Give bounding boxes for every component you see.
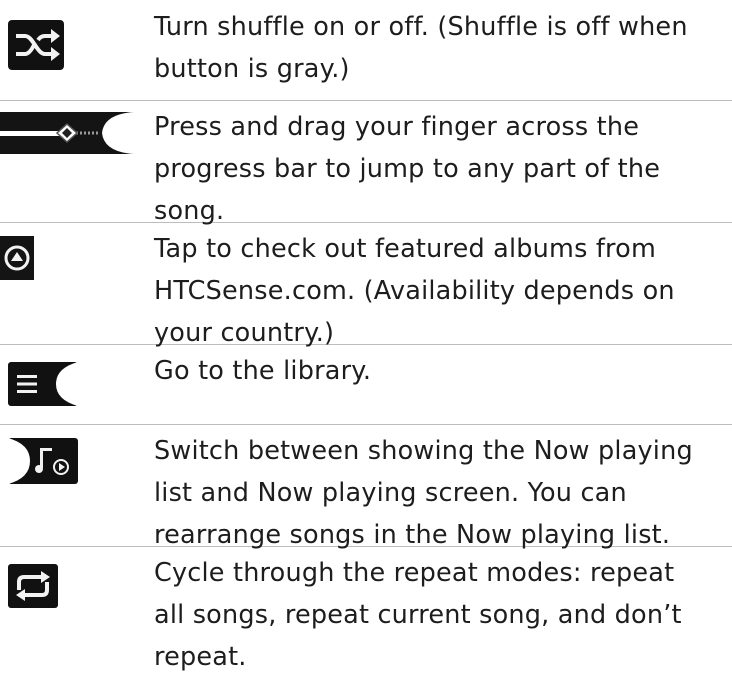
icon-cell [0, 344, 134, 424]
repeat-icon [8, 564, 58, 608]
row-description: Press and drag your finger across the pr… [154, 112, 661, 226]
row-description: Turn shuffle on or off. (Shuffle is off … [154, 12, 688, 84]
progress-bar-icon [0, 112, 134, 154]
table-row: Go to the library. [0, 344, 732, 425]
shuffle-icon [8, 20, 64, 70]
row-description: Go to the library. [154, 356, 372, 386]
row-description: Switch between showing the Now playing l… [154, 436, 693, 550]
icon-cell [0, 222, 134, 344]
icon-cell [0, 546, 134, 656]
table-row: Press and drag your finger across the pr… [0, 100, 732, 226]
row-description: Cycle through the repeat modes: repeat a… [154, 558, 682, 672]
table-row: Cycle through the repeat modes: repeat a… [0, 546, 732, 672]
row-description: Tap to check out featured albums from HT… [154, 234, 675, 348]
table-row: Switch between showing the Now playing l… [0, 424, 732, 550]
icon-cell [0, 100, 134, 222]
table-row: Tap to check out featured albums from HT… [0, 222, 732, 348]
now-playing-list-icon [8, 438, 78, 484]
featured-albums-icon [0, 236, 34, 280]
icon-cell [0, 424, 134, 546]
table-row: Turn shuffle on or off. (Shuffle is off … [0, 0, 732, 101]
icon-cell [0, 0, 134, 100]
library-icon [8, 362, 78, 406]
